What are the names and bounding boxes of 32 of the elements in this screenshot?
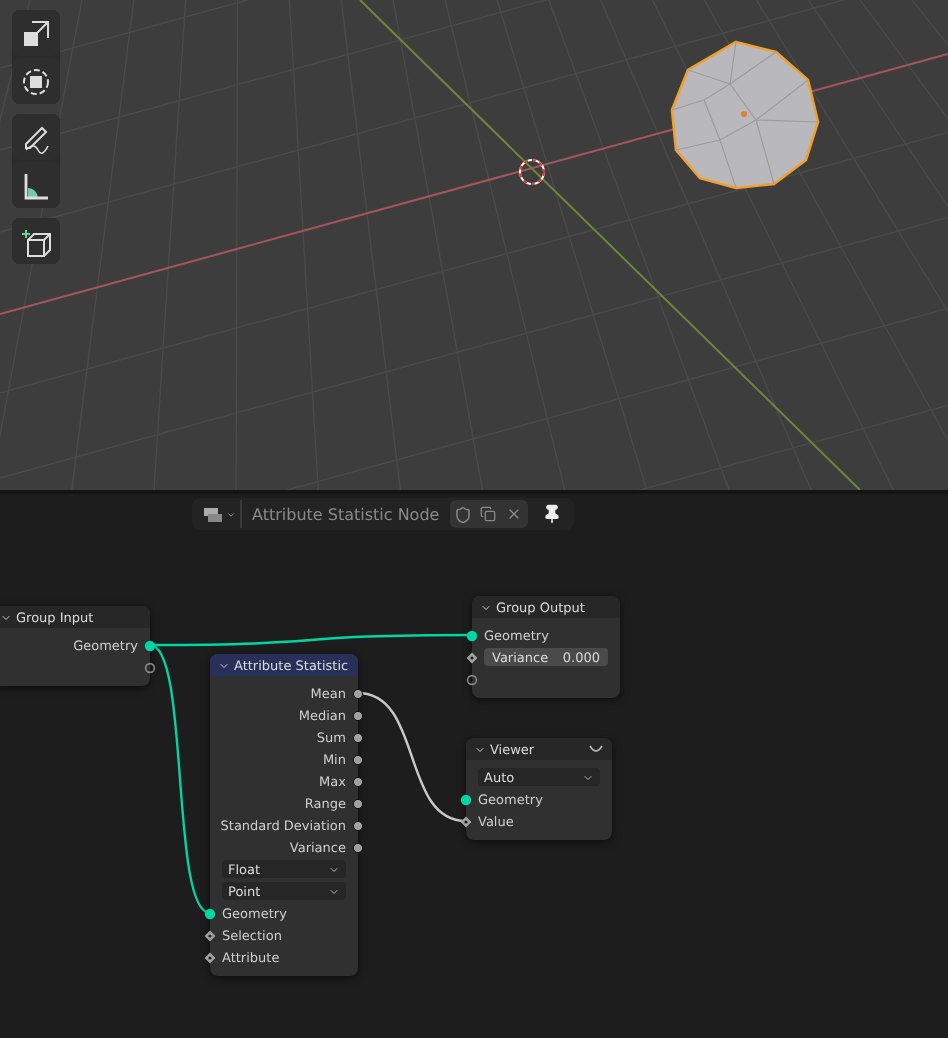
socket-dot[interactable] [352,775,364,787]
socket-dot[interactable] [144,639,156,651]
socket-ring[interactable] [144,661,156,673]
socket-dot[interactable] [352,731,364,743]
socket-dot[interactable] [460,793,472,805]
3d-cursor-icon [519,159,545,185]
socket-dot[interactable] [352,709,364,721]
chevron-down-icon [226,509,236,519]
socket-diamond[interactable] [204,951,216,963]
collapse-chevron-icon[interactable] [474,743,486,755]
socket-dot[interactable] [352,819,364,831]
socket-diamond[interactable] [466,651,478,663]
collapse-chevron-icon[interactable] [0,611,12,623]
socket-dot[interactable] [352,841,364,853]
chevron-down-icon [582,771,594,783]
editor-type-button[interactable] [200,500,242,528]
collapse-chevron-icon[interactable] [480,601,492,613]
pencil-tool-icon[interactable] [12,114,60,160]
socket-dot[interactable] [466,629,478,641]
socket-diamond[interactable] [204,929,216,941]
node-tree-title: Attribute Statistic Node [252,505,440,523]
socket-dot[interactable] [352,797,364,809]
socket-dot[interactable] [352,687,364,699]
socket-dot[interactable] [352,753,364,765]
socket-ring[interactable] [466,673,478,685]
viewer-icon[interactable] [588,744,604,754]
add-cube-tool-icon[interactable] [12,218,60,264]
socket-dot[interactable] [204,907,216,919]
collapse-chevron-icon[interactable] [218,659,230,671]
node-link [357,691,467,823]
editor-type-icon [204,505,224,523]
socket-diamond[interactable] [460,815,472,827]
